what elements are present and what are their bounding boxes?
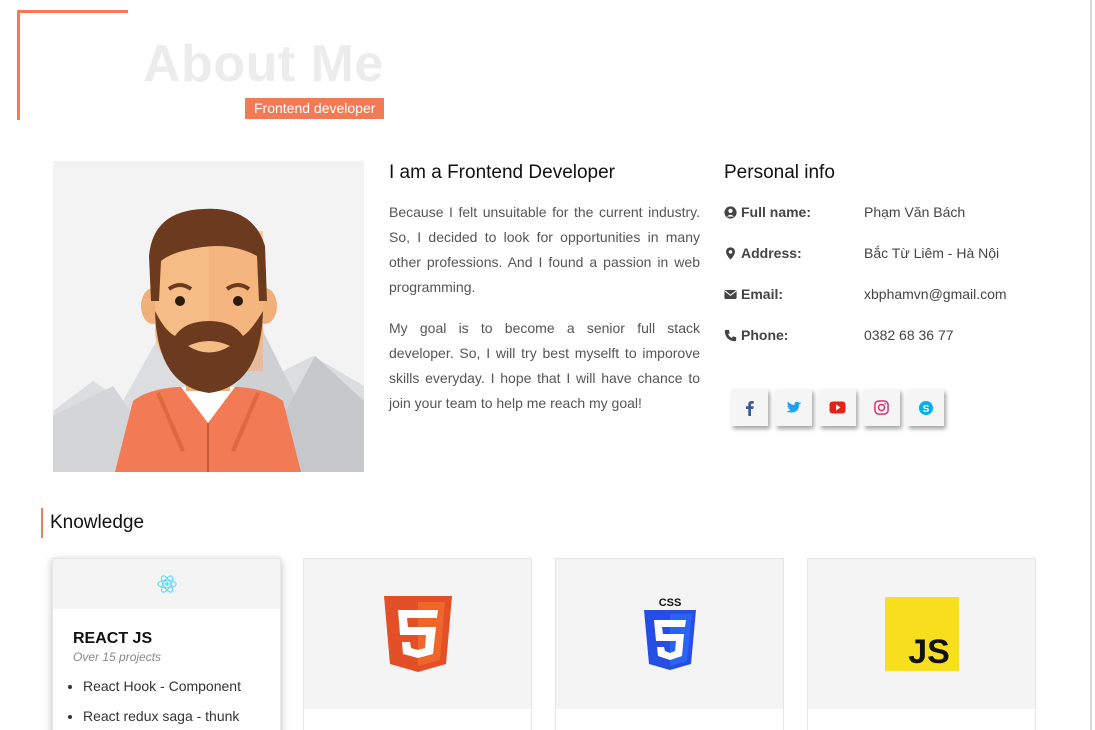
map-marker-icon (726, 246, 735, 260)
svg-text:CSS: CSS (658, 597, 681, 609)
info-label-text: Email: (741, 286, 784, 302)
knowledge-accent-bar (41, 508, 43, 538)
social-links: S (731, 389, 944, 426)
facebook-link-button[interactable] (731, 389, 768, 426)
list-item: React Hook - Component (83, 677, 241, 695)
instagram-link-button[interactable] (863, 389, 900, 426)
skill-card-subtitle: Over 15 projects (73, 650, 162, 664)
info-value-phone[interactable]: 0382 68 36 77 (864, 327, 954, 343)
user-circle-icon (724, 205, 737, 219)
react-icon (156, 575, 177, 593)
info-label-text: Full name: (741, 204, 812, 220)
svg-text:S: S (922, 403, 929, 414)
css3-icon: CSS (643, 597, 696, 670)
skill-card-title: REACT JS (73, 630, 153, 647)
skill-card-javascript[interactable]: JS (807, 558, 1036, 730)
envelope-icon (724, 289, 737, 299)
phone-icon (724, 329, 737, 341)
skill-card-html5[interactable] (303, 558, 532, 730)
skype-link-button[interactable]: S (907, 389, 944, 426)
intro-paragraph: My goal is to become a senior full stack… (389, 320, 700, 411)
skill-card-list: React Hook - Component React redux saga … (83, 677, 241, 730)
instagram-icon (874, 400, 889, 415)
page-scrollbar-edge (1090, 0, 1092, 730)
facebook-icon (745, 400, 754, 416)
info-value-full-name: Phạm Văn Bách (864, 204, 966, 220)
html5-icon (383, 596, 452, 672)
subtitle-badge: Frontend developer (245, 98, 385, 119)
skype-icon: S (918, 400, 933, 415)
avatar (53, 161, 364, 472)
personal-info-heading: Personal info (724, 162, 835, 183)
title-bracket-decoration (17, 10, 128, 120)
list-item: React redux saga - thunk (83, 707, 241, 725)
youtube-icon (829, 401, 846, 414)
intro-heading: I am a Frontend Developer (389, 162, 616, 183)
twitter-link-button[interactable] (775, 389, 812, 426)
skill-card-react[interactable]: REACT JS Over 15 projects React Hook - C… (52, 558, 281, 730)
javascript-icon: JS (884, 597, 959, 671)
knowledge-heading: Knowledge (50, 512, 145, 533)
youtube-link-button[interactable] (819, 389, 856, 426)
twitter-icon (785, 401, 801, 412)
skill-card-css3[interactable]: CSS (555, 558, 784, 730)
info-label-text: Phone: (741, 327, 789, 343)
info-value-address: Bắc Từ Liêm - Hà Nội (864, 245, 1000, 261)
info-value-email[interactable]: xbphamvn@gmail.com (864, 286, 1007, 302)
page-title: About Me (143, 35, 384, 93)
svg-text:JS: JS (908, 633, 950, 671)
info-label-text: Address: (741, 245, 802, 261)
intro-paragraph: Because I felt unsuitable for the curren… (389, 204, 700, 295)
